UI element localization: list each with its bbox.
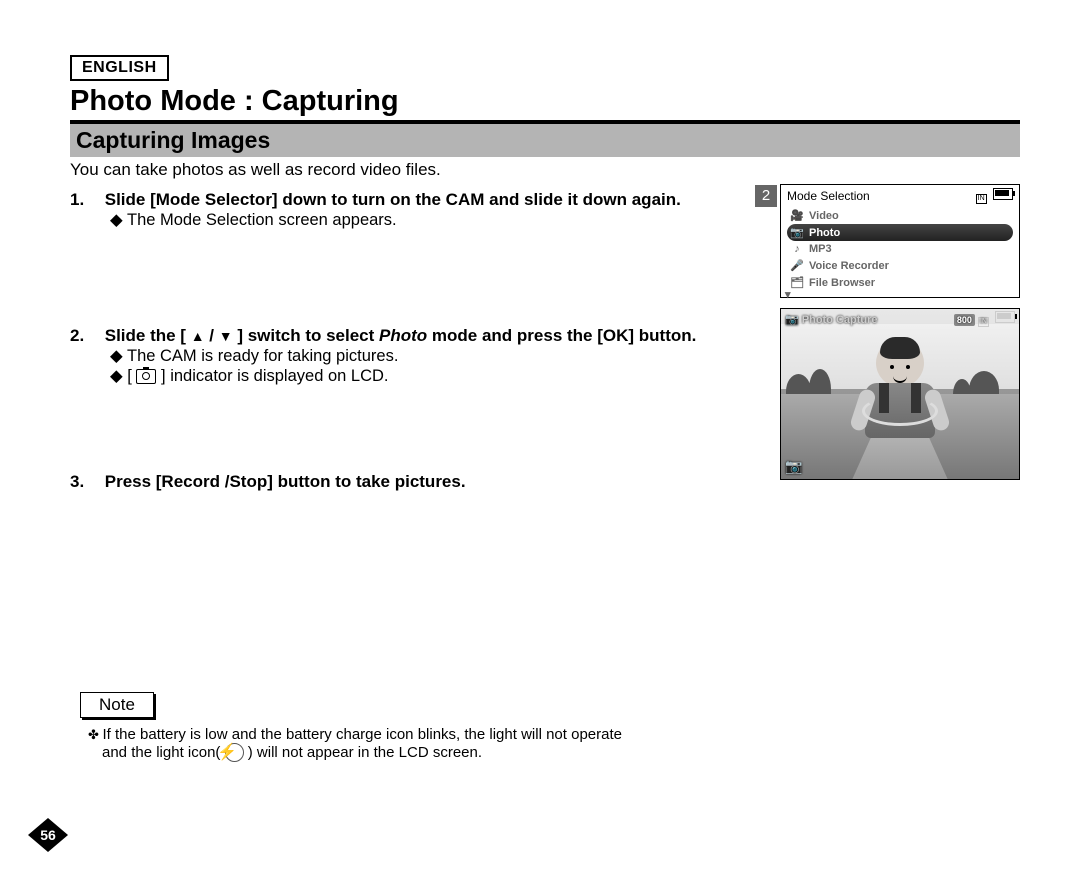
camera-icon: 📷 xyxy=(790,226,804,239)
step-sub: The CAM is ready for taking pictures. xyxy=(110,346,770,366)
note-item: If the battery is low and the battery ch… xyxy=(88,726,770,762)
chevron-down-icon: ▾ xyxy=(785,288,791,301)
step-text-em: Photo xyxy=(379,326,427,345)
note-line2a: and the light icon( xyxy=(102,744,225,761)
step-sub: The Mode Selection screen appears. xyxy=(110,210,770,230)
note-line1: If the battery is low and the battery ch… xyxy=(103,726,622,743)
video-icon: 🎥 xyxy=(790,209,804,222)
step-3: 3. Press [Record /Stop] button to take p… xyxy=(70,472,770,492)
mode-item-browser: 🗂 File Browser xyxy=(787,274,1013,291)
mode-label: File Browser xyxy=(809,277,875,289)
step-text: Slide [Mode Selector] down to turn on th… xyxy=(105,190,681,209)
screen-title: Mode Selection xyxy=(787,189,870,203)
steps-column: 1. Slide [Mode Selector] down to turn on… xyxy=(70,184,780,762)
mode-label: Photo xyxy=(809,227,840,239)
mode-item-mp3: ♪ MP3 xyxy=(787,241,1013,257)
language-label: ENGLISH xyxy=(70,55,169,81)
music-icon: ♪ xyxy=(790,243,804,255)
step-text-c: ] switch to select xyxy=(233,326,379,345)
note-label: Note xyxy=(80,692,154,718)
note-line2b: ) will not appear in the LCD screen. xyxy=(244,744,482,761)
mic-icon: 🎤 xyxy=(790,259,804,272)
card-icon: IN xyxy=(978,317,989,327)
intro-text: You can take photos as well as record vi… xyxy=(70,160,1020,180)
note-section: Note If the battery is low and the batte… xyxy=(70,692,770,762)
photo-capture-screen: 📷 Photo Capture 800 IN 📷 xyxy=(780,308,1020,480)
step-2: 2. Slide the [ ▲ / ▼ ] switch to select … xyxy=(70,326,770,386)
step-text-d: mode and press the [OK] button. xyxy=(427,326,696,345)
flash-icon: ⚡ xyxy=(225,743,244,762)
mode-item-voice: 🎤 Voice Recorder xyxy=(787,257,1013,274)
camera-icon: 📷 xyxy=(785,458,802,475)
folder-icon: 🗂 xyxy=(790,276,804,289)
step-1: 1. Slide [Mode Selector] down to turn on… xyxy=(70,190,770,230)
mode-label: Video xyxy=(809,210,839,222)
battery-icon xyxy=(993,188,1013,200)
mode-label: MP3 xyxy=(809,243,832,255)
section-subtitle: Capturing Images xyxy=(70,120,1020,157)
resolution-badge: 800 xyxy=(954,314,975,326)
up-triangle-icon: ▲ xyxy=(191,328,205,344)
step-text: Press [Record /Stop] button to take pict… xyxy=(105,472,466,491)
mode-item-photo: 📷 Photo xyxy=(787,224,1013,241)
step-number: 2. xyxy=(70,326,100,346)
battery-icon xyxy=(995,311,1015,323)
step-sub: [ ] indicator is displayed on LCD. xyxy=(110,366,770,386)
camera-icon xyxy=(136,369,156,384)
mode-selection-screen: 2 Mode Selection IN 🎥Video 📷Photo ♪MP3 🎤… xyxy=(780,184,1020,298)
capture-title: Photo Capture xyxy=(802,314,878,326)
illustration-column: 2 Mode Selection IN 🎥Video 📷Photo ♪MP3 🎤… xyxy=(780,184,1020,762)
down-triangle-icon: ▼ xyxy=(219,328,233,344)
step-text-b: / xyxy=(205,326,219,345)
mode-label: Voice Recorder xyxy=(809,260,889,272)
boy-illustration xyxy=(855,339,945,438)
step-number: 1. xyxy=(70,190,100,210)
card-icon: IN xyxy=(976,194,987,204)
step-number: 3. xyxy=(70,472,100,492)
step-text-a: Slide the [ xyxy=(105,326,191,345)
mode-item-video: 🎥 Video xyxy=(787,207,1013,224)
page-title: Photo Mode : Capturing xyxy=(70,85,1020,118)
screen-step-badge: 2 xyxy=(755,185,777,207)
camera-icon: 📷 xyxy=(785,314,799,326)
